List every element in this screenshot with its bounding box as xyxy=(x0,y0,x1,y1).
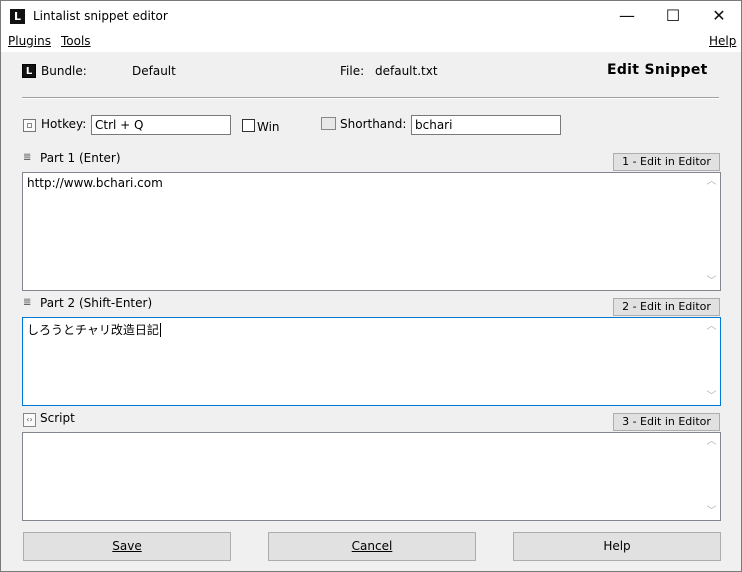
header-divider xyxy=(22,97,719,99)
scroll-down-icon[interactable]: ﹀ xyxy=(703,503,720,520)
file-value: default.txt xyxy=(375,64,438,78)
hotkey-icon xyxy=(23,119,36,132)
script-scrollbar[interactable]: ︿ ﹀ xyxy=(703,433,720,520)
scroll-up-icon[interactable]: ︿ xyxy=(703,318,720,335)
win-checkbox[interactable] xyxy=(242,119,255,132)
help-button[interactable]: Help xyxy=(513,532,721,561)
page-title: Edit Snippet xyxy=(607,62,708,78)
cancel-button-label: Cancel xyxy=(351,539,393,553)
menu-tools[interactable]: Tools xyxy=(61,34,91,48)
hotkey-icon-key xyxy=(27,123,32,128)
app-logo-icon: L xyxy=(10,9,25,24)
menu-plugins[interactable]: Plugins xyxy=(8,34,51,48)
shorthand-label: Shorthand: xyxy=(340,117,407,131)
text-lines-icon: ≣ xyxy=(23,297,32,308)
part2-textarea[interactable]: しろうとチャリ改造日記 ︿ ﹀ xyxy=(22,317,721,406)
hotkey-label: Hotkey: xyxy=(41,117,87,131)
hotkey-input[interactable]: Ctrl + Q xyxy=(91,115,231,135)
window-title: Lintalist snippet editor xyxy=(33,9,168,23)
part1-textarea[interactable]: http://www.bchari.com ︿ ﹀ xyxy=(22,172,721,291)
part2-scrollbar[interactable]: ︿ ﹀ xyxy=(703,318,720,405)
scroll-up-icon[interactable]: ︿ xyxy=(703,433,720,450)
part1-content: http://www.bchari.com xyxy=(27,176,163,190)
bundle-icon: L xyxy=(22,64,36,78)
win-checkbox-label: Win xyxy=(257,120,280,134)
text-cursor xyxy=(159,323,161,337)
script-edit-in-editor-button[interactable]: 3 - Edit in Editor xyxy=(613,413,720,431)
part1-scrollbar[interactable]: ︿ ﹀ xyxy=(703,173,720,290)
minimize-button[interactable]: — xyxy=(604,1,650,32)
script-label: Script xyxy=(40,411,75,425)
text-lines-icon: ≣ xyxy=(23,152,32,163)
scroll-down-icon[interactable]: ﹀ xyxy=(703,388,720,405)
part2-label: Part 2 (Shift-Enter) xyxy=(40,296,153,310)
part2-edit-in-editor-button[interactable]: 2 - Edit in Editor xyxy=(613,298,720,316)
script-textarea[interactable]: ︿ ﹀ xyxy=(22,432,721,521)
part2-content: しろうとチャリ改造日記 xyxy=(27,323,159,337)
menu-help-label: Help xyxy=(709,34,737,48)
snippet-editor-window: L Lintalist snippet editor — ☐ ✕ Plugins… xyxy=(0,0,742,572)
menu-help[interactable]: Help xyxy=(709,34,736,48)
menu-bar: Plugins Tools Help xyxy=(1,32,741,52)
cancel-button[interactable]: Cancel xyxy=(268,532,476,561)
shorthand-input[interactable]: bchari xyxy=(411,115,561,135)
keyboard-icon xyxy=(321,117,336,130)
bundle-value: Default xyxy=(132,64,176,78)
close-button[interactable]: ✕ xyxy=(696,1,742,32)
file-label: File: xyxy=(340,64,365,78)
menu-tools-label: Tools xyxy=(61,34,91,48)
script-file-icon: ‹› xyxy=(23,413,36,427)
scroll-down-icon[interactable]: ﹀ xyxy=(703,273,720,290)
save-button[interactable]: Save xyxy=(23,532,231,561)
save-button-label: Save xyxy=(112,539,142,553)
part1-edit-in-editor-button[interactable]: 1 - Edit in Editor xyxy=(613,153,720,171)
title-bar: L Lintalist snippet editor — ☐ ✕ xyxy=(1,1,741,32)
maximize-button[interactable]: ☐ xyxy=(650,1,696,32)
menu-plugins-label: Plugins xyxy=(8,34,51,48)
part1-label: Part 1 (Enter) xyxy=(40,151,121,165)
bundle-label: Bundle: xyxy=(41,64,87,78)
scroll-up-icon[interactable]: ︿ xyxy=(703,173,720,190)
